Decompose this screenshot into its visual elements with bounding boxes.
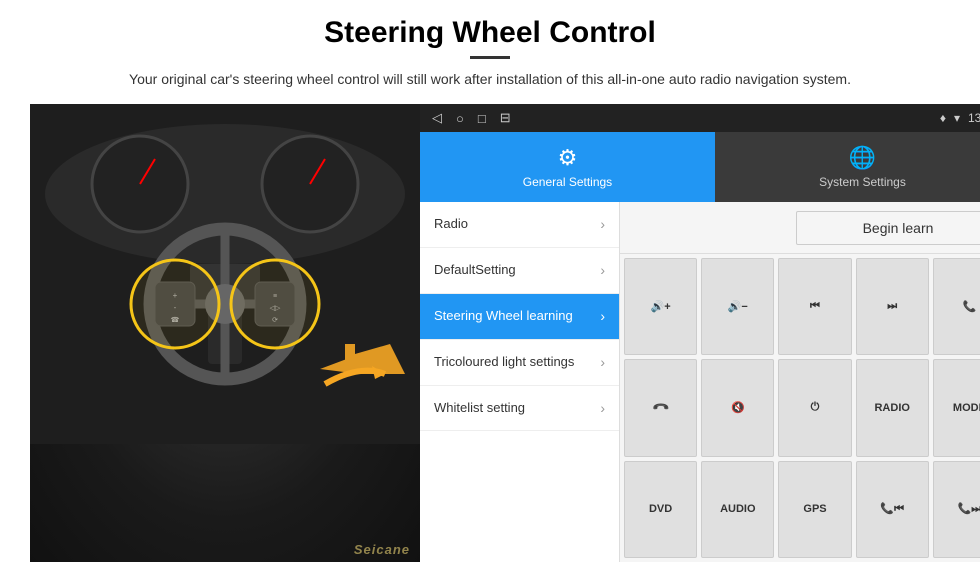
tab-system-settings-label: System Settings — [819, 175, 906, 189]
chevron-right-icon-steering: › — [600, 308, 605, 324]
vol-down-button[interactable]: 🔊− — [701, 258, 774, 355]
call-button[interactable]: 📞 — [933, 258, 980, 355]
menu-item-tricoloured[interactable]: Tricoloured light settings › — [420, 340, 619, 386]
menu-item-whitelist[interactable]: Whitelist setting › — [420, 386, 619, 432]
status-bar: ◁ ○ □ ⊟ ♦ ▾ 13:13 — [420, 104, 980, 132]
mode-button[interactable]: MODE — [933, 359, 980, 456]
right-panel: Begin learn 🔊+ 🔊− ⏮ — [620, 202, 980, 562]
call-next-icon: 📞⏭ — [958, 502, 980, 516]
chevron-right-icon-radio: › — [600, 216, 605, 232]
recents-icon: □ — [478, 111, 486, 126]
power-button[interactable]: ⏻ — [778, 359, 851, 456]
menu-item-radio[interactable]: Radio › — [420, 202, 619, 248]
tab-bar: ⚙ General Settings 🌐 System Settings — [420, 132, 980, 202]
watermark: Seicane — [354, 542, 410, 557]
hang-up-button[interactable]: 📞 — [624, 359, 697, 456]
status-right: ♦ ▾ 13:13 — [940, 111, 980, 125]
title-divider — [470, 56, 510, 59]
menu-item-steering-wheel[interactable]: Steering Wheel learning › — [420, 294, 619, 340]
btn-row-2: 📞 🔇 ⏻ RADIO MO — [624, 359, 980, 456]
status-icons-left: ◁ ○ □ ⊟ — [432, 110, 511, 126]
power-icon: ⏻ — [811, 401, 820, 414]
tab-system-settings[interactable]: 🌐 System Settings — [715, 132, 980, 202]
radio-label: RADIO — [874, 402, 909, 414]
settings-list: Radio › DefaultSetting › Steering Wheel … — [420, 202, 980, 562]
audio-label: AUDIO — [720, 503, 755, 515]
content-row: + - ☎ ≡ ◁▷ ⟳ — [30, 104, 950, 562]
tab-general-settings[interactable]: ⚙ General Settings — [420, 132, 715, 202]
page-title: Steering Wheel Control — [324, 16, 656, 50]
begin-learn-button[interactable]: Begin learn — [796, 211, 980, 245]
page-subtitle: Your original car's steering wheel contr… — [129, 69, 851, 90]
audio-button[interactable]: AUDIO — [701, 461, 774, 558]
vol-up-button[interactable]: 🔊+ — [624, 258, 697, 355]
mute-button[interactable]: 🔇 — [701, 359, 774, 456]
mode-label: MODE — [953, 402, 980, 414]
begin-learn-row: Begin learn — [620, 202, 980, 254]
clock: 13:13 — [968, 111, 980, 125]
dvd-button[interactable]: DVD — [624, 461, 697, 558]
call-next-button[interactable]: 📞⏭ — [933, 461, 980, 558]
menu-list: Radio › DefaultSetting › Steering Wheel … — [420, 202, 620, 562]
car-image-bg: + - ☎ ≡ ◁▷ ⟳ — [30, 104, 420, 562]
tab-general-settings-label: General Settings — [523, 175, 612, 189]
location-icon: ♦ — [940, 111, 946, 125]
gps-label: GPS — [803, 503, 826, 515]
call-prev-icon: 📞⏮ — [880, 502, 904, 516]
radio-button[interactable]: RADIO — [856, 359, 929, 456]
btn-row-1: 🔊+ 🔊− ⏮ ⏭ 📞 — [624, 258, 980, 355]
phone-icon: 📞 — [963, 300, 977, 313]
btn-row-3: DVD AUDIO GPS 📞⏮ — [624, 461, 980, 558]
gps-button[interactable]: GPS — [778, 461, 851, 558]
android-ui: ◁ ○ □ ⊟ ♦ ▾ 13:13 ⚙ General Settings — [420, 104, 980, 562]
prev-track-icon: ⏮ — [810, 300, 820, 313]
prev-track-button[interactable]: ⏮ — [778, 258, 851, 355]
system-settings-icon: 🌐 — [849, 145, 876, 171]
menu-icon: ⊟ — [500, 110, 511, 126]
home-icon: ○ — [456, 111, 464, 126]
vol-up-icon: 🔊+ — [651, 300, 671, 313]
chevron-right-icon-tricoloured: › — [600, 354, 605, 370]
signal-icon: ▾ — [954, 111, 960, 125]
hang-up-icon: 📞 — [651, 399, 670, 418]
back-icon: ◁ — [432, 110, 442, 126]
control-buttons-grid: 🔊+ 🔊− ⏮ ⏭ 📞 — [620, 254, 980, 562]
chevron-right-icon-default: › — [600, 262, 605, 278]
menu-item-defaultsetting[interactable]: DefaultSetting › — [420, 248, 619, 294]
general-settings-icon: ⚙ — [558, 145, 578, 171]
car-image-container: + - ☎ ≡ ◁▷ ⟳ — [30, 104, 420, 562]
vol-down-icon: 🔊− — [728, 300, 748, 313]
next-track-icon: ⏭ — [887, 300, 897, 313]
dvd-label: DVD — [649, 503, 672, 515]
chevron-right-icon-whitelist: › — [600, 400, 605, 416]
mute-icon: 🔇 — [731, 401, 745, 414]
call-prev-button[interactable]: 📞⏮ — [856, 461, 929, 558]
next-track-button[interactable]: ⏭ — [856, 258, 929, 355]
